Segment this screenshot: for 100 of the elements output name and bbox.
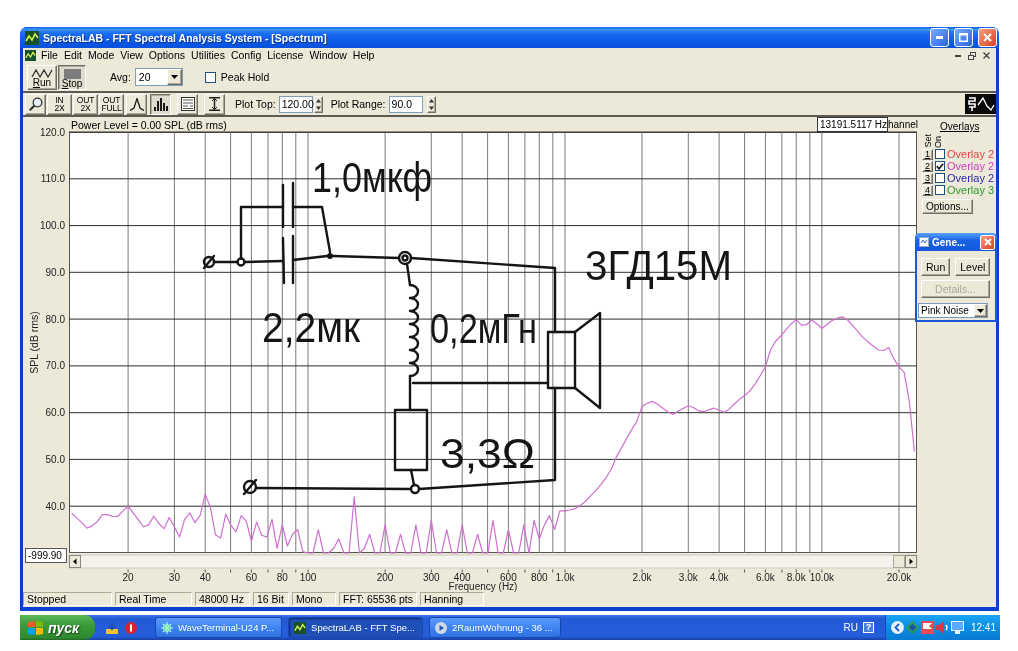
- status-bar-panel: Mono: [292, 592, 336, 606]
- monitor-icon[interactable]: [950, 621, 964, 634]
- checkbox[interactable]: [935, 185, 945, 195]
- zoom-tool-button[interactable]: [25, 93, 46, 115]
- menu-item[interactable]: Edit: [60, 49, 85, 62]
- options-button[interactable]: Options...: [922, 199, 973, 214]
- handwritten-label: 0,2мГн: [430, 305, 561, 352]
- run-button[interactable]: Run: [27, 64, 57, 90]
- set-button[interactable]: 1: [922, 148, 933, 160]
- horizontal-scrollbar[interactable]: [68, 554, 918, 569]
- chevron-icon[interactable]: [890, 621, 904, 634]
- waveform-icon: [965, 94, 996, 114]
- status-bar-panel: Real Time: [115, 592, 192, 606]
- menu-item[interactable]: License: [264, 49, 307, 62]
- axis-tick-label: 120.0: [39, 126, 65, 138]
- close-icon[interactable]: [983, 52, 990, 59]
- scroll-thumb[interactable]: [893, 555, 905, 568]
- menu-item[interactable]: File: [38, 49, 61, 62]
- taskbar-button[interactable]: WaveTerminal-U24 P...: [155, 617, 283, 638]
- menu-item[interactable]: Mode: [85, 49, 118, 62]
- plot-range-field[interactable]: 90.0: [388, 95, 423, 113]
- start-button[interactable]: пуск: [20, 615, 95, 640]
- menu-item[interactable]: Utilities: [188, 49, 228, 62]
- clock: 12:41: [970, 622, 996, 633]
- bar-mode-button[interactable]: [150, 93, 171, 115]
- min-level-field[interactable]: -999.90: [25, 548, 67, 563]
- maximize-button[interactable]: [954, 28, 973, 47]
- avg-dropdown[interactable]: 20: [134, 68, 183, 86]
- minimize-button[interactable]: [930, 28, 949, 47]
- menu-item[interactable]: Options: [145, 49, 189, 62]
- axis-tick-label: 20: [122, 571, 134, 583]
- taskbar-button[interactable]: 2RaumWohnung - 36 ...: [428, 617, 561, 638]
- minimize-icon[interactable]: [955, 54, 961, 57]
- power-level-label: Power Level = 0.00 SPL (dB rms): [71, 119, 227, 131]
- close-button[interactable]: [978, 28, 997, 47]
- axis-tick-label: 600: [500, 571, 517, 583]
- scroll-left-button[interactable]: [69, 555, 81, 568]
- status-bar-panel: Stopped: [23, 592, 112, 606]
- close-button[interactable]: [980, 234, 995, 250]
- line-mode-button[interactable]: [126, 93, 147, 115]
- junction-node: [327, 253, 333, 259]
- range-button[interactable]: [204, 93, 225, 115]
- zoom-button[interactable]: OUT FULL: [99, 93, 124, 115]
- spin-button[interactable]: [313, 95, 323, 113]
- minimize-icon: [936, 36, 943, 39]
- scroll-right-button[interactable]: [905, 555, 917, 568]
- axis-tick-label: 110.0: [40, 173, 65, 185]
- generator-button[interactable]: Level: [955, 258, 991, 276]
- bar-chart-icon: [153, 97, 168, 111]
- menu-item[interactable]: Help: [349, 49, 378, 62]
- set-button[interactable]: 2: [922, 160, 933, 172]
- app-icon: [25, 30, 39, 45]
- axis-tick-label: 10.0k: [809, 571, 835, 583]
- axis-tick-label: 300: [422, 571, 440, 583]
- taskbar-button[interactable]: SpectraLAB - FFT Spe...: [288, 617, 423, 638]
- status-bar-panel: FFT: 65536 pts: [339, 592, 418, 606]
- column-header: Set: [923, 134, 933, 148]
- help-button[interactable]: ?: [862, 622, 874, 633]
- overlays-link[interactable]: Overlays: [940, 121, 980, 132]
- checkbox[interactable]: [935, 149, 945, 159]
- download-icon[interactable]: [106, 621, 118, 634]
- set-button[interactable]: 3: [922, 172, 933, 184]
- maximize-icon: [959, 33, 968, 42]
- axis-tick-label: 50.0: [45, 453, 65, 465]
- plot-top-field[interactable]: 120.00: [278, 95, 313, 113]
- axis-tick-label: 80: [276, 571, 288, 583]
- menu-item[interactable]: Config: [227, 49, 265, 62]
- column-header: On: [933, 136, 943, 148]
- axis-tick-label: 4.0k: [709, 571, 729, 583]
- zoom-button[interactable]: IN 2X: [47, 93, 72, 115]
- display-button[interactable]: [177, 93, 198, 115]
- axis-tick-label: 8.0k: [786, 571, 806, 583]
- flag-icon[interactable]: [920, 621, 934, 634]
- menu-item[interactable]: Window: [306, 49, 350, 62]
- spin-button[interactable]: [426, 95, 436, 113]
- restore-icon[interactable]: [968, 51, 976, 60]
- overlay-label[interactable]: Overlay 2: [947, 172, 995, 184]
- vertical-range-icon: [209, 97, 220, 111]
- checkbox[interactable]: [204, 71, 216, 83]
- checkbox[interactable]: [935, 161, 945, 171]
- channel-label: hannel: [888, 119, 919, 130]
- axis-tick-label: 100.0: [39, 220, 65, 232]
- plot-top-label: Plot Top:: [235, 98, 276, 110]
- stop-button[interactable]: Stop: [58, 64, 86, 90]
- junction-node: [397, 250, 413, 266]
- junction-node: [409, 483, 421, 495]
- up-down-arrow-icon: [315, 98, 321, 110]
- language-indicator[interactable]: RU: [843, 622, 858, 633]
- signal-dropdown[interactable]: Pink Noise: [918, 303, 988, 318]
- menu-item[interactable]: View: [117, 49, 146, 62]
- set-button[interactable]: 4: [922, 184, 933, 196]
- window-title: Gene...: [932, 236, 967, 248]
- axis-tick-label: 20.0k: [886, 571, 912, 583]
- speaker-icon[interactable]: [935, 621, 949, 634]
- zoom-button[interactable]: OUT 2X: [73, 93, 98, 115]
- checkbox[interactable]: [935, 173, 945, 183]
- axis-tick-label: 6.0k: [755, 571, 775, 583]
- circle-icon[interactable]: [125, 621, 137, 634]
- generator-button[interactable]: Run: [921, 258, 951, 276]
- window-title: SpectraLAB - FFT Spectral Analysis System - [Spectrum]: [43, 31, 328, 44]
